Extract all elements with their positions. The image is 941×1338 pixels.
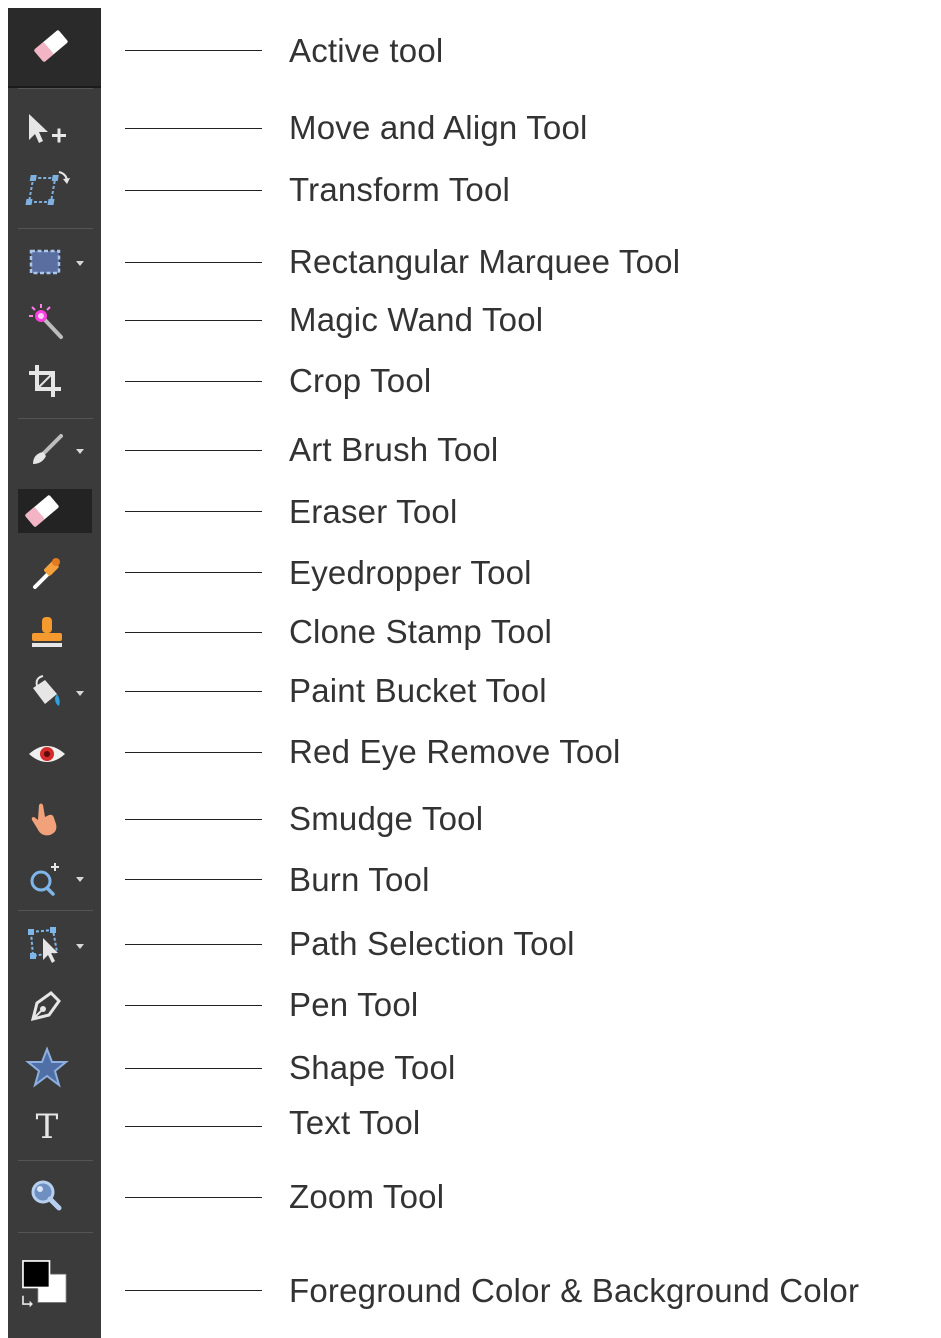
crop-tool-button[interactable] [18, 357, 76, 405]
color-swatches-icon [22, 1260, 67, 1308]
red-eye-icon [29, 746, 65, 762]
leader-line [125, 381, 262, 382]
marquee-flyout-arrow[interactable] [76, 261, 84, 266]
label-move-align-tool: Move and Align Tool [289, 109, 588, 146]
label-smudge-tool: Smudge Tool [289, 800, 484, 837]
label-zoom-tool: Zoom Tool [289, 1178, 445, 1215]
magic-wand-tool-button[interactable] [18, 297, 76, 345]
label-shape-tool: Shape Tool [289, 1049, 456, 1086]
pen-icon [30, 991, 61, 1022]
label-eraser-tool: Eraser Tool [289, 493, 458, 530]
burn-flyout-arrow[interactable] [76, 877, 84, 882]
leader-line [125, 1290, 262, 1291]
burn-icon [30, 863, 59, 896]
paint-bucket-icon [33, 675, 60, 706]
leader-line [125, 691, 262, 692]
leader-line [125, 320, 262, 321]
label-text-tool: Text Tool [289, 1104, 421, 1141]
toolbar-separator [18, 1160, 93, 1161]
leader-line [125, 511, 262, 512]
brush-flyout-arrow[interactable] [76, 449, 84, 454]
move-align-tool-button[interactable] [18, 106, 76, 154]
label-clone-stamp-tool: Clone Stamp Tool [289, 613, 553, 650]
shape-icon [25, 1046, 69, 1088]
leader-line [125, 1197, 262, 1198]
path-flyout-arrow[interactable] [76, 944, 84, 949]
text-icon: T [35, 1107, 59, 1147]
burn-tool-button[interactable] [18, 855, 76, 903]
active-eraser-icon [31, 28, 71, 69]
leader-line [125, 879, 262, 880]
move-align-icon [29, 114, 66, 143]
leader-line [125, 1005, 262, 1006]
color-swatches-button[interactable] [18, 1250, 76, 1320]
label-burn-tool: Burn Tool [289, 861, 430, 898]
leader-line [125, 1126, 262, 1127]
label-paint-bucket-tool: Paint Bucket Tool [289, 672, 547, 709]
label-magic-wand-tool: Magic Wand Tool [289, 301, 544, 338]
toolbar-separator [18, 1232, 93, 1233]
leader-line [125, 190, 262, 191]
active-tool-slot [8, 8, 101, 88]
zoom-icon [31, 1180, 62, 1211]
leader-line [125, 1068, 262, 1069]
leader-line [125, 572, 262, 573]
eraser-icon [25, 495, 59, 527]
leader-line [125, 262, 262, 263]
path-selection-tool-button[interactable] [18, 920, 76, 968]
rectangular-marquee-icon [29, 249, 61, 275]
art-brush-icon [33, 434, 63, 464]
eyedropper-tool-button[interactable] [18, 549, 76, 597]
label-crop-tool: Crop Tool [289, 362, 432, 399]
label-red-eye-tool: Red Eye Remove Tool [289, 733, 621, 770]
transform-icon [25, 171, 70, 205]
bucket-flyout-arrow[interactable] [76, 691, 84, 696]
eraser-tool-button[interactable] [18, 489, 92, 533]
leader-line [125, 128, 262, 129]
leader-line [125, 450, 262, 451]
clone-stamp-tool-button[interactable] [18, 609, 76, 657]
label-pen-tool: Pen Tool [289, 986, 419, 1023]
label-transform-tool: Transform Tool [289, 171, 511, 208]
clone-stamp-icon [32, 617, 62, 647]
toolbar-separator [18, 88, 93, 89]
label-art-brush-tool: Art Brush Tool [289, 431, 499, 468]
label-path-selection-tool: Path Selection Tool [289, 925, 575, 962]
eyedropper-icon [33, 558, 60, 589]
art-brush-tool-button[interactable] [18, 426, 76, 474]
crop-icon [29, 365, 61, 397]
leader-line [125, 752, 262, 753]
leader-line [125, 944, 262, 945]
label-active-tool: Active tool [289, 32, 444, 69]
shape-tool-button[interactable] [18, 1043, 76, 1091]
paint-bucket-tool-button[interactable] [18, 668, 76, 716]
label-colors: Foreground Color & Background Color [289, 1272, 860, 1309]
transform-tool-button[interactable] [18, 166, 76, 214]
path-selection-icon [28, 927, 59, 963]
leader-line [125, 819, 262, 820]
smudge-icon [31, 803, 57, 836]
rectangular-marquee-tool-button[interactable] [18, 238, 76, 286]
leader-line [125, 632, 262, 633]
toolbar-separator [18, 418, 93, 419]
zoom-tool-button[interactable] [18, 1170, 76, 1218]
label-rect-marquee-tool: Rectangular Marquee Tool [289, 243, 681, 280]
label-eyedropper-tool: Eyedropper Tool [289, 554, 532, 591]
red-eye-tool-button[interactable] [18, 730, 76, 778]
leader-line [125, 50, 262, 51]
smudge-tool-button[interactable] [18, 795, 76, 843]
toolbar-separator [18, 910, 93, 911]
toolbar-separator [18, 228, 93, 229]
magic-wand-icon [29, 304, 63, 339]
pen-tool-button[interactable] [18, 981, 76, 1029]
text-tool-button[interactable]: T [18, 1103, 76, 1151]
